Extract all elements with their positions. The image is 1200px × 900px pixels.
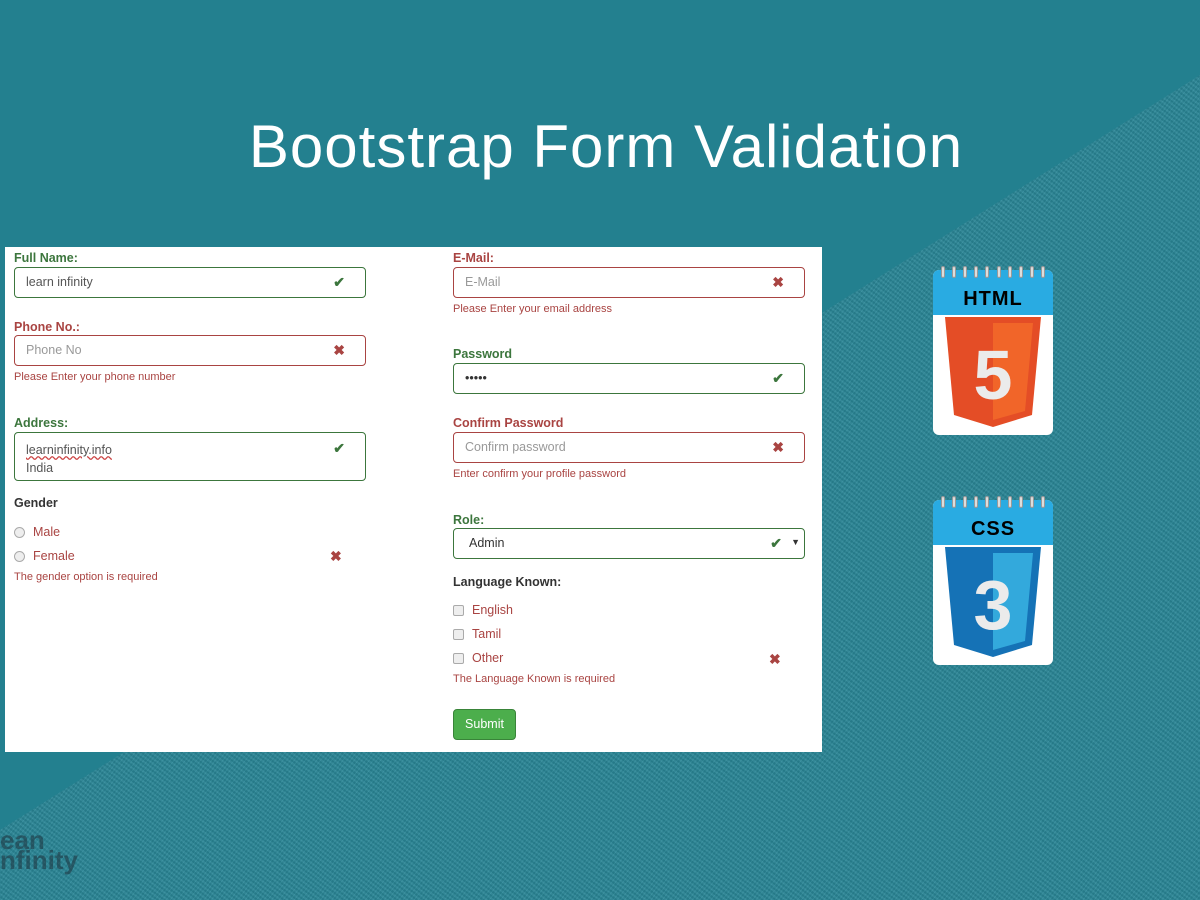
html5-number: 5 [974,336,1013,414]
confirm-password-error: Enter confirm your profile password [453,468,627,480]
cross-icon: ✖ [772,439,784,455]
email-input[interactable]: E-Mail ✖ [453,267,805,298]
check-icon: ✔ [772,370,784,386]
language-label: Language Known: [453,575,562,589]
radio-circle[interactable] [14,550,25,562]
phone-input[interactable]: Phone No ✖ [14,335,366,366]
chevron-down-icon: ▼ [791,537,800,547]
option-label: Other [472,651,504,665]
address-line2: India [26,461,54,475]
submit-button[interactable]: Submit [453,709,516,740]
gender-error: The gender option is required [14,571,158,583]
password-value: ••••• [465,371,487,385]
full-name-label: Full Name: [14,251,78,265]
email-placeholder: E-Mail [465,275,501,289]
full-name-value: learn infinity [26,275,93,289]
cross-icon: ✖ [333,342,345,358]
spiral-rings [941,496,1045,508]
option-label: Male [33,525,61,539]
gender-female-radio[interactable]: Female [14,549,75,563]
cross-icon: ✖ [772,274,784,290]
email-label: E-Mail: [453,251,494,265]
language-error: The Language Known is required [453,673,616,685]
language-english-checkbox[interactable]: English [453,603,513,617]
spiral-rings [941,266,1045,278]
confirm-password-placeholder: Confirm password [465,440,566,454]
confirm-password-label: Confirm Password [453,416,564,430]
address-label: Address: [14,416,69,430]
checkbox[interactable] [453,604,464,616]
option-label: Female [33,549,75,563]
check-icon: ✔ [333,274,345,290]
phone-label: Phone No.: [14,320,80,334]
phone-placeholder: Phone No [26,343,82,357]
page-title: Bootstrap Form Validation [248,113,964,180]
gender-male-radio[interactable]: Male [14,525,60,539]
check-icon: ✔ [333,440,345,456]
check-icon: ✔ [770,535,782,551]
language-other-checkbox[interactable]: Other [453,651,503,665]
html5-shield-icon: 5 [945,317,1041,427]
option-label: Tamil [472,627,502,641]
password-label: Password [453,347,513,361]
css3-badge: CSS 3 [933,496,1053,665]
address-textarea[interactable]: learninfinity.info India ✔ [14,432,366,481]
address-line1: learninfinity.info [26,443,112,457]
option-label: English [472,603,513,617]
learn-infinity-logo: ean nfinity [0,825,78,875]
phone-error: Please Enter your phone number [14,371,176,383]
role-label: Role: [453,513,485,527]
html5-badge: HTML 5 [933,266,1053,435]
css3-shield-icon: 3 [945,547,1041,657]
cross-icon: ✖ [769,651,781,667]
role-value: Admin [469,536,505,550]
role-select[interactable]: Admin ✔ ▼ [453,528,805,559]
radio-circle[interactable] [14,526,25,538]
css3-number: 3 [974,566,1013,644]
password-input[interactable]: ••••• ✔ [453,363,805,394]
email-error: Please Enter your email address [453,303,612,315]
form-panel: Full Name: learn infinity ✔ Phone No.: Ph… [5,247,822,752]
full-name-input[interactable]: learn infinity ✔ [14,267,366,298]
checkbox[interactable] [453,628,464,640]
language-tamil-checkbox[interactable]: Tamil [453,627,501,641]
checkbox[interactable] [453,652,464,664]
cross-icon: ✖ [330,548,342,564]
confirm-password-input[interactable]: Confirm password ✖ [453,432,805,463]
gender-label: Gender [14,496,58,510]
